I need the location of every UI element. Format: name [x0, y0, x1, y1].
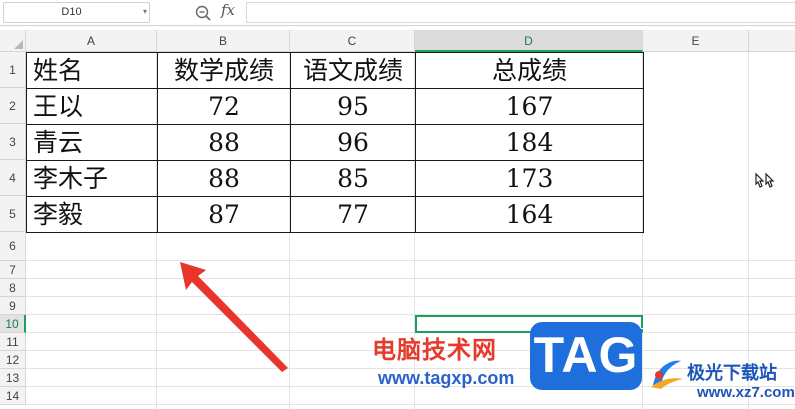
cell-total[interactable]: 167	[415, 88, 644, 125]
formula-bar: D10 ▾ fx	[0, 0, 795, 26]
cell-math[interactable]: 87	[157, 196, 291, 233]
aurora-logo-icon	[651, 360, 683, 389]
chevron-down-icon[interactable]: ▾	[143, 7, 147, 16]
cell-total[interactable]: 184	[415, 124, 644, 161]
row-header-11[interactable]: 11	[0, 333, 26, 351]
header-cell-total[interactable]: 总成绩	[415, 52, 644, 89]
gridline	[26, 278, 795, 279]
column-header-f[interactable]	[749, 30, 795, 52]
row-header-3[interactable]: 3	[0, 124, 26, 160]
header-row: 姓名 数学成绩 语文成绩 总成绩	[26, 52, 644, 89]
cell-total[interactable]: 164	[415, 196, 644, 233]
cell-chinese[interactable]: 96	[290, 124, 416, 161]
table-row: 李毅 87 77 164	[26, 196, 644, 233]
cell-math[interactable]: 88	[157, 160, 291, 197]
cell-chinese[interactable]: 77	[290, 196, 416, 233]
cell-name[interactable]: 王以	[26, 88, 158, 125]
header-cell-math[interactable]: 数学成绩	[157, 52, 291, 89]
row-header-10[interactable]: 10	[0, 315, 26, 333]
column-header-a[interactable]: A	[26, 30, 157, 52]
cell-math[interactable]: 88	[157, 124, 291, 161]
gridline	[26, 260, 795, 261]
row-header-12[interactable]: 12	[0, 351, 26, 369]
row-header-6[interactable]: 6	[0, 232, 26, 261]
table-row: 李木子 88 85 173	[26, 160, 644, 197]
row-header-8[interactable]: 8	[0, 279, 26, 297]
zoom-icon[interactable]	[194, 4, 212, 22]
watermark-site-url: www.tagxp.com	[378, 368, 515, 388]
header-cell-name[interactable]: 姓名	[26, 52, 158, 89]
gridline	[26, 314, 795, 315]
column-header-e[interactable]: E	[643, 30, 749, 52]
formula-input[interactable]	[246, 2, 795, 23]
row-header-14[interactable]: 14	[0, 387, 26, 405]
hand-cursor-icon	[755, 172, 775, 188]
cell-name[interactable]: 青云	[26, 124, 158, 161]
watermark-brand-url: www.xz7.com	[697, 384, 795, 401]
row-header-4[interactable]: 4	[0, 160, 26, 196]
name-box[interactable]: D10 ▾	[3, 2, 150, 23]
red-arrow-icon	[180, 262, 288, 372]
watermark-tag-text: TAG	[533, 327, 639, 383]
gridline	[748, 52, 749, 409]
score-table: 姓名 数学成绩 语文成绩 总成绩 王以 72 95 167 青云 88 96 1…	[26, 52, 644, 233]
cell-name[interactable]: 李毅	[26, 196, 158, 233]
row-header-9[interactable]: 9	[0, 297, 26, 315]
header-cell-chinese[interactable]: 语文成绩	[290, 52, 416, 89]
gridline	[26, 296, 795, 297]
column-header-d[interactable]: D	[415, 30, 643, 52]
table-row: 青云 88 96 184	[26, 124, 644, 161]
column-header-b[interactable]: B	[157, 30, 290, 52]
cell-chinese[interactable]: 95	[290, 88, 416, 125]
column-header-c[interactable]: C	[290, 30, 415, 52]
cell-reference: D10	[61, 6, 82, 18]
table-row: 王以 72 95 167	[26, 88, 644, 125]
watermark-brand-name: 极光下载站	[687, 363, 777, 384]
cell-name[interactable]: 李木子	[26, 160, 158, 197]
select-all-corner[interactable]	[0, 30, 26, 52]
cell-chinese[interactable]: 85	[290, 160, 416, 197]
cell-math[interactable]: 72	[157, 88, 291, 125]
row-header-1[interactable]: 1	[0, 52, 26, 88]
row-header-2[interactable]: 2	[0, 88, 26, 124]
watermark-site-name: 电脑技术网	[372, 336, 497, 364]
cell-total[interactable]: 173	[415, 160, 644, 197]
fx-icon[interactable]: fx	[221, 1, 235, 19]
watermark-tag-badge: TAG	[530, 322, 642, 390]
gridline	[26, 404, 795, 405]
row-header-7[interactable]: 7	[0, 261, 26, 279]
row-header-13[interactable]: 13	[0, 369, 26, 387]
row-header-5[interactable]: 5	[0, 196, 26, 232]
